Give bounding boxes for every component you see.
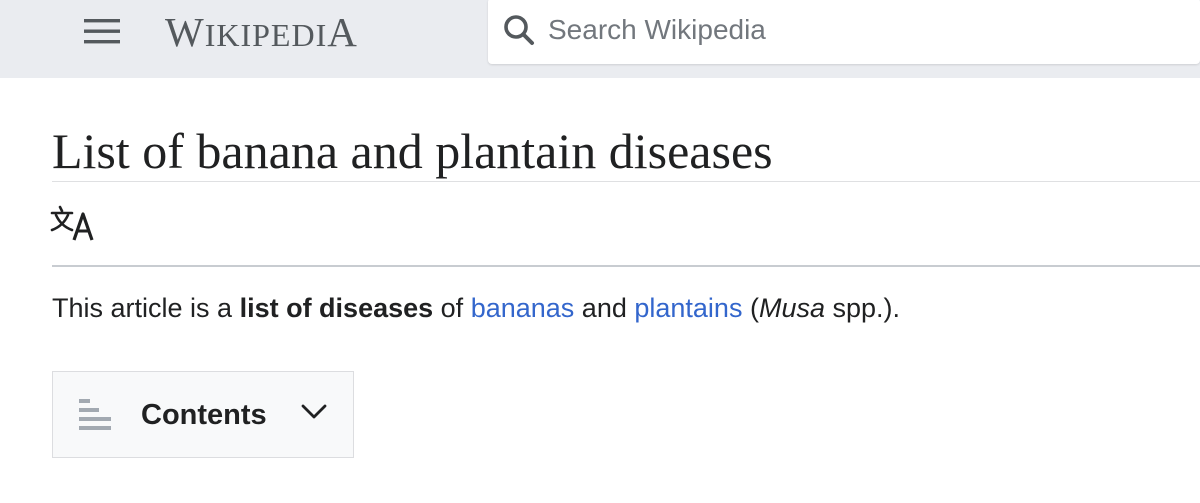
intro-text-2: of xyxy=(433,293,471,323)
search-icon xyxy=(504,15,534,45)
hamburger-icon xyxy=(84,19,120,44)
intro-bold: list of diseases xyxy=(239,293,434,323)
wordmark-middle: IKIPEDI xyxy=(204,17,328,53)
link-plantains[interactable]: plantains xyxy=(634,293,742,323)
wikipedia-wordmark[interactable]: WIKIPEDIA xyxy=(165,10,358,57)
header-bar: WIKIPEDIA xyxy=(0,0,1200,78)
page-title: List of banana and plantain diseases xyxy=(52,123,773,179)
search-input[interactable] xyxy=(548,12,1148,48)
title-divider xyxy=(52,181,1200,182)
intro-italic: Musa xyxy=(758,293,825,323)
wordmark-final: A xyxy=(327,9,358,55)
chevron-down-icon xyxy=(301,404,327,419)
language-button[interactable] xyxy=(50,202,102,246)
intro-text-5: spp.). xyxy=(824,293,901,323)
page: WIKIPEDIA List of banana and plantain di… xyxy=(0,0,1200,503)
link-bananas[interactable]: bananas xyxy=(471,293,575,323)
intro-text-3: and xyxy=(574,293,635,323)
contents-label: Contents xyxy=(141,399,267,431)
section-divider xyxy=(52,265,1200,267)
main-menu-button[interactable] xyxy=(84,16,120,46)
language-icon xyxy=(50,205,94,241)
table-of-contents-icon xyxy=(79,399,111,430)
contents-toggle[interactable]: Contents xyxy=(52,371,354,458)
intro-paragraph: This article is a list of diseases of ba… xyxy=(52,290,900,326)
intro-text-4: ( xyxy=(742,293,759,323)
search-box[interactable] xyxy=(488,0,1200,64)
intro-text-1: This article is a xyxy=(52,293,240,323)
wordmark-initial: W xyxy=(165,9,205,55)
